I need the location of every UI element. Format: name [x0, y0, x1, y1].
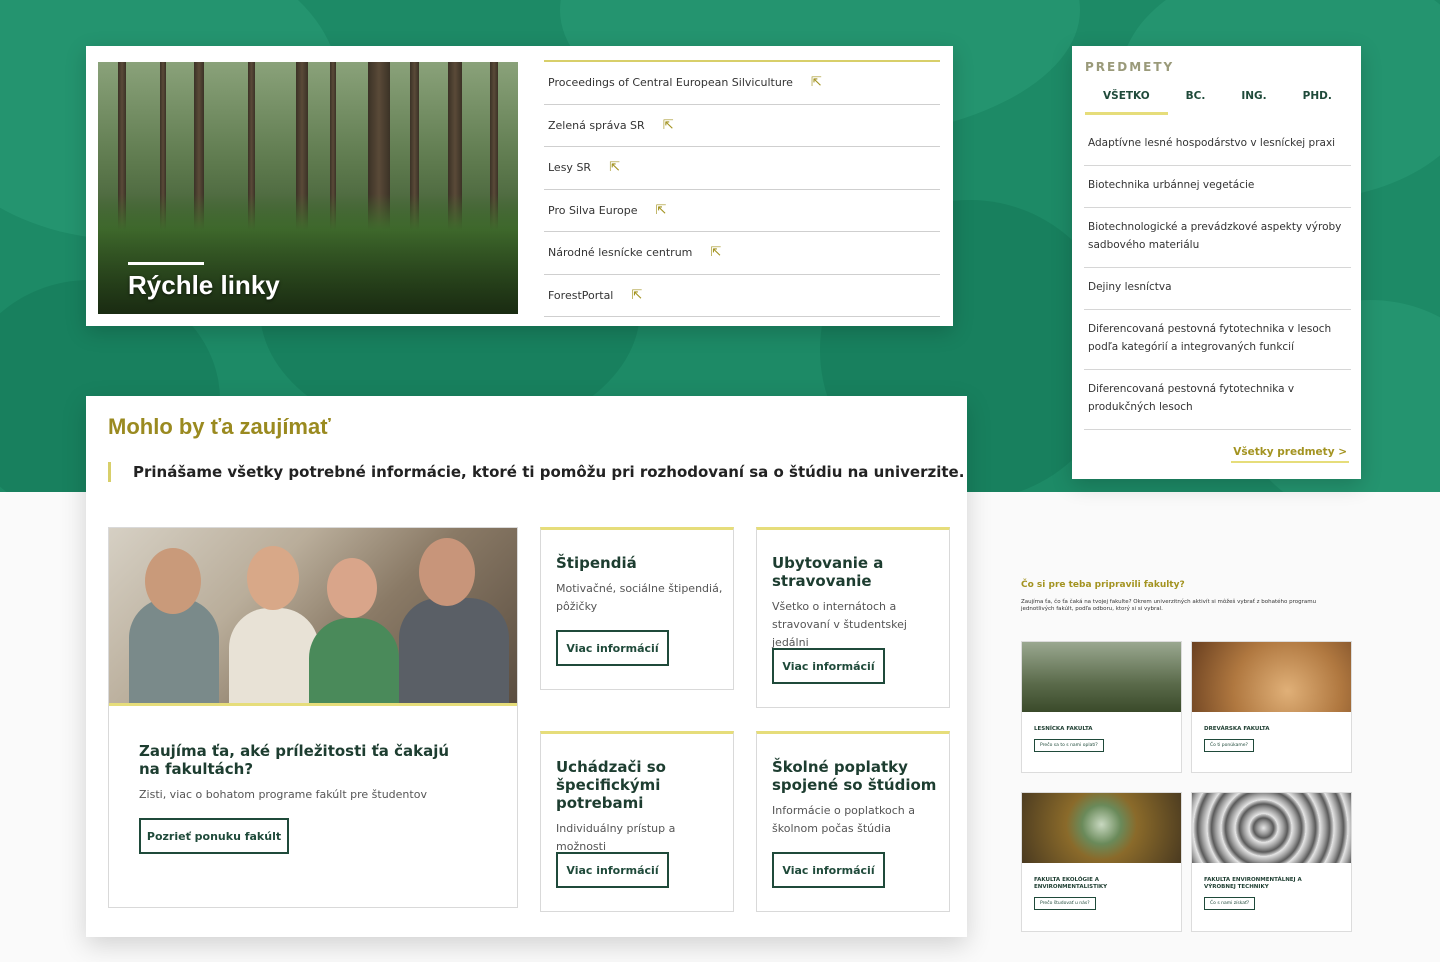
quick-link-label: Zelená správa SR — [548, 118, 645, 132]
info-card-title: Štipendiá — [556, 554, 637, 572]
info-card: Ubytovanie a stravovanie Všetko o intern… — [756, 527, 950, 708]
forest-photo: Rýchle linky — [98, 62, 518, 314]
info-card-title: Uchádzači so špecifickými potrebami — [556, 758, 666, 812]
more-info-button[interactable]: Viac informácií — [772, 648, 885, 684]
faculty-card: FAKULTA EKOLÓGIE A ENVIRONMENTALISTIKY P… — [1021, 792, 1182, 932]
info-card-desc: Motivačné, sociálne štipendiá, pôžičky — [556, 582, 723, 613]
faculty-photo — [1192, 642, 1351, 712]
external-link-icon: ⇱ — [710, 245, 722, 261]
quick-links-title: Rýchle linky — [128, 270, 280, 300]
info-card: Štipendiá Motivačné, sociálne štipendiá,… — [540, 527, 734, 690]
info-card: Školné poplatky spojené so štúdiom Infor… — [756, 731, 950, 912]
quick-link-label: ForestPortal — [548, 288, 614, 302]
predmety-tabs: VŠETKO BC. ING. PHD. — [1085, 90, 1350, 115]
students-photo — [109, 528, 517, 706]
predmety-list: Adaptívne lesné hospodárstvo v lesníckej… — [1084, 124, 1351, 430]
faculty-button[interactable]: Čo s nami získať? — [1204, 897, 1256, 910]
section-title: Mohlo by ťa zaujímať — [108, 414, 331, 439]
faculty-card: FAKULTA ENVIRONMENTÁLNEJ A VÝROBNEJ TECH… — [1191, 792, 1352, 932]
faculties-desc: Zaujíma ťa, čo ťa čaká na tvojej fakulte… — [1021, 599, 1317, 612]
quick-link-item[interactable]: Zelená správa SR ⇱ — [544, 105, 940, 147]
faculty-photo — [1022, 642, 1181, 712]
external-link-icon: ⇱ — [810, 75, 822, 91]
quick-link-item[interactable]: Proceedings of Central European Silvicul… — [544, 62, 940, 105]
external-link-icon: ⇱ — [662, 117, 674, 133]
more-info-button[interactable]: Viac informácií — [556, 852, 669, 888]
info-card: Uchádzači so špecifickými potrebami Indi… — [540, 731, 734, 912]
quick-link-label: Lesy SR — [548, 161, 592, 175]
tab-phd[interactable]: PHD. — [1285, 90, 1350, 115]
faculties-title: Čo si pre teba pripravili fakulty? — [1021, 580, 1185, 590]
info-card-title: Ubytovanie a stravovanie — [772, 554, 884, 590]
external-link-icon: ⇱ — [609, 160, 620, 176]
section-subtitle: Prinášame všetky potrebné informácie, kt… — [108, 462, 964, 482]
featured-title: Zaujíma ťa, aké príležitosti ťa čakajú n… — [139, 742, 450, 778]
quick-link-item[interactable]: Národné lesnícke centrum ⇱ — [544, 232, 940, 275]
quick-link-item[interactable]: ForestPortal ⇱ — [544, 275, 940, 317]
quick-link-item[interactable]: Pro Silva Europe ⇱ — [544, 190, 940, 232]
faculty-photo — [1192, 793, 1351, 863]
title-accent-bar — [128, 262, 204, 265]
predmety-card: PREDMETY VŠETKO BC. ING. PHD. Adaptívne … — [1072, 46, 1361, 479]
tab-vsetko[interactable]: VŠETKO — [1085, 90, 1168, 115]
featured-card: Zaujíma ťa, aké príležitosti ťa čakajú n… — [108, 527, 518, 908]
subject-item[interactable]: Diferencovaná pestovná fytotechnika v le… — [1084, 310, 1351, 370]
external-link-icon: ⇱ — [631, 287, 643, 303]
more-info-button[interactable]: Viac informácií — [772, 852, 885, 888]
subject-item[interactable]: Biotechnologické a prevádzkové aspekty v… — [1084, 208, 1351, 268]
faculty-name: FAKULTA EKOLÓGIE A ENVIRONMENTALISTIKY — [1034, 877, 1108, 890]
interest-section: Mohlo by ťa zaujímať Prinášame všetky po… — [86, 396, 967, 937]
faculty-name: FAKULTA ENVIRONMENTÁLNEJ A VÝROBNEJ TECH… — [1204, 877, 1302, 890]
subject-item[interactable]: Biotechnika urbánnej vegetácie — [1084, 166, 1351, 208]
info-card-desc: Všetko o internátoch a stravovaní v štud… — [772, 600, 907, 649]
faculty-name: DREVÁRSKA FAKULTA — [1204, 726, 1270, 732]
quick-link-item[interactable]: Lesy SR ⇱ — [544, 147, 940, 190]
featured-desc: Zisti, viac o bohatom programe fakúlt pr… — [139, 788, 427, 801]
info-card-title: Školné poplatky spojené so štúdiom — [772, 758, 937, 794]
quick-links-card: Rýchle linky Proceedings of Central Euro… — [86, 46, 953, 326]
tab-ing[interactable]: ING. — [1223, 90, 1284, 115]
subject-item[interactable]: Adaptívne lesné hospodárstvo v lesníckej… — [1084, 124, 1351, 166]
subject-item[interactable]: Diferencovaná pestovná fytotechnika v pr… — [1084, 370, 1351, 430]
faculty-button[interactable]: Prečo študovať u nás? — [1034, 897, 1096, 910]
quick-link-label: Pro Silva Europe — [548, 203, 638, 217]
quick-link-label: Proceedings of Central European Silvicul… — [548, 76, 793, 90]
faculty-button[interactable]: Prečo sa to s nami oplatí? — [1034, 739, 1104, 752]
faculties-offer-button[interactable]: Pozrieť ponuku fakúlt — [139, 818, 289, 854]
info-card-desc: Individuálny prístup a možnosti — [556, 822, 676, 853]
more-info-button[interactable]: Viac informácií — [556, 630, 669, 666]
external-link-icon: ⇱ — [655, 202, 667, 218]
quick-links-list: Proceedings of Central European Silvicul… — [544, 60, 940, 317]
info-card-desc: Informácie o poplatkoch a školnom počas … — [772, 804, 915, 835]
faculty-button[interactable]: Čo ti ponúkame? — [1204, 739, 1254, 752]
faculty-photo — [1022, 793, 1181, 863]
faculty-card: DREVÁRSKA FAKULTA Čo ti ponúkame? — [1191, 641, 1352, 773]
tab-bc[interactable]: BC. — [1168, 90, 1224, 115]
all-subjects-link[interactable]: Všetky predmety > — [1231, 444, 1349, 463]
predmety-heading: PREDMETY — [1085, 60, 1175, 74]
subject-item[interactable]: Dejiny lesníctva — [1084, 268, 1351, 310]
quick-link-label: Národné lesnícke centrum — [548, 246, 693, 260]
faculty-name: LESNÍCKA FAKULTA — [1034, 726, 1093, 732]
faculty-card: LESNÍCKA FAKULTA Prečo sa to s nami opla… — [1021, 641, 1182, 773]
